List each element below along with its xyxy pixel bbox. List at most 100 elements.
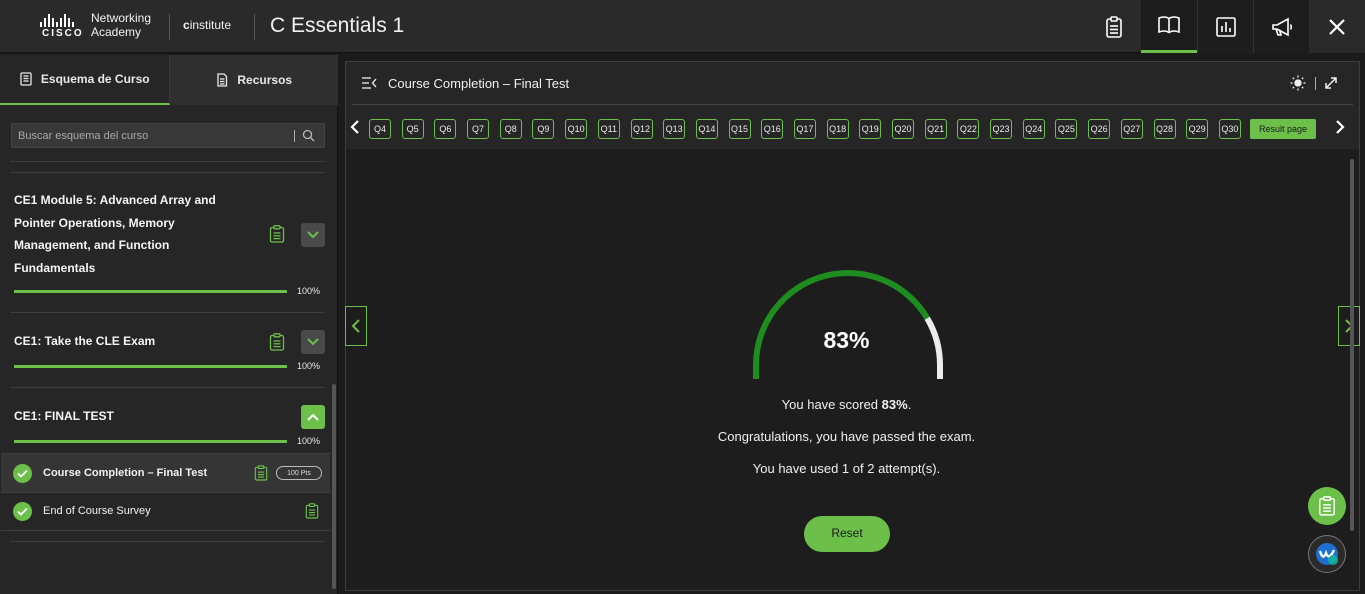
module-item[interactable]: CE1 Module 5: Advanced Array and Pointer…	[10, 189, 325, 309]
content-scrollbar[interactable]	[1350, 159, 1354, 531]
expand-module-button[interactable]	[301, 330, 325, 354]
cisco-institute-logo: cinstitute	[183, 18, 232, 32]
chevron-up-icon	[307, 413, 319, 421]
chevron-down-icon	[307, 338, 319, 346]
next-page-button[interactable]	[1338, 306, 1360, 346]
search-icon[interactable]	[302, 129, 315, 142]
divider	[1, 530, 331, 531]
webex-icon	[1316, 543, 1338, 565]
question-button-q12[interactable]: Q12	[630, 119, 653, 139]
question-button-q21[interactable]: Q21	[924, 119, 947, 139]
question-button-q20[interactable]: Q20	[892, 119, 914, 139]
question-button-q24[interactable]: Q24	[1022, 119, 1045, 139]
webex-chat-button[interactable]	[1308, 535, 1346, 573]
expand-module-button[interactable]	[301, 223, 325, 247]
module-progress-label: 100%	[297, 286, 321, 296]
assessments-button[interactable]	[1086, 0, 1141, 53]
megaphone-icon	[1271, 17, 1292, 36]
module-title: CE1 Module 5: Advanced Array and Pointer…	[14, 193, 216, 275]
module-item[interactable]: CE1: FINAL TEST 100%	[10, 405, 325, 450]
previous-page-button[interactable]	[345, 306, 367, 346]
question-button-q30[interactable]: Q30	[1218, 119, 1241, 139]
question-button-q13[interactable]: Q13	[663, 119, 686, 139]
completed-check-icon	[13, 501, 32, 521]
chevron-right-icon[interactable]	[1334, 119, 1346, 135]
divider	[10, 312, 325, 313]
question-list: Q4 Q5 Q6 Q7 Q8 Q9 Q10 Q11 Q12 Q13 Q14 Q15 Q16 Q17 Q18 Q…	[369, 119, 1241, 139]
chart-icon	[1215, 16, 1236, 37]
points-badge: 100 Pts	[276, 466, 322, 480]
course-title: C Essentials 1	[270, 14, 405, 37]
question-button-q25[interactable]: Q25	[1055, 119, 1078, 139]
question-button-q9[interactable]: Q9	[532, 119, 555, 139]
score-percentage: 83%	[823, 327, 870, 353]
networking-academy-label: Networking Academy	[91, 11, 152, 39]
grades-button[interactable]	[1197, 0, 1253, 53]
collapse-module-button[interactable]	[301, 405, 325, 429]
topbar-divider	[169, 14, 170, 40]
lesson-label: End of Course Survey	[43, 505, 151, 517]
topbar-divider	[254, 14, 255, 40]
course-content-button[interactable]	[1141, 0, 1197, 53]
question-button-q15[interactable]: Q15	[728, 119, 751, 139]
question-button-q18[interactable]: Q18	[826, 119, 849, 139]
divider	[10, 161, 325, 162]
tab-label: Recursos	[237, 73, 293, 87]
expand-icon[interactable]	[1324, 76, 1338, 90]
header-separator	[1315, 77, 1316, 90]
close-icon	[1329, 18, 1345, 35]
question-button-q7[interactable]: Q7	[467, 119, 490, 139]
cisco-wordmark: CISCO	[42, 28, 84, 39]
outline-search	[11, 123, 325, 148]
question-button-q6[interactable]: Q6	[434, 119, 457, 139]
question-button-q17[interactable]: Q17	[793, 119, 816, 139]
question-button-q11[interactable]: Q11	[597, 119, 620, 139]
clipboard-icon[interactable]	[305, 502, 319, 520]
divider	[10, 172, 325, 173]
result-page-button[interactable]: Result page	[1250, 119, 1316, 139]
content-header: Course Completion – Final Test	[346, 62, 1359, 104]
clipboard-icon[interactable]	[254, 464, 268, 482]
result-content: 83% You have scored 83%. Congratulations…	[346, 149, 1359, 590]
close-course-button[interactable]	[1309, 0, 1365, 53]
completed-check-icon	[13, 463, 32, 483]
tab-course-outline[interactable]: Esquema de Curso	[0, 55, 170, 105]
reset-button[interactable]: Reset	[804, 516, 890, 552]
tab-resources[interactable]: Recursos	[169, 55, 338, 105]
question-button-q5[interactable]: Q5	[401, 119, 424, 139]
sidebar-scrollbar[interactable]	[332, 384, 336, 589]
chevron-left-icon[interactable]	[349, 119, 361, 135]
cisco-networking-academy-logo[interactable]: CISCO Networking Academy	[40, 11, 155, 41]
clipboard-icon[interactable]	[269, 225, 285, 243]
question-button-q23[interactable]: Q23	[990, 119, 1013, 139]
question-button-q16[interactable]: Q16	[761, 119, 784, 139]
brightness-icon[interactable]	[1290, 75, 1306, 91]
question-button-q26[interactable]: Q26	[1088, 119, 1111, 139]
question-button-q4[interactable]: Q4	[369, 119, 391, 139]
question-button-q27[interactable]: Q27	[1120, 119, 1143, 139]
question-button-q8[interactable]: Q8	[499, 119, 522, 139]
assessment-fab-button[interactable]	[1308, 487, 1346, 525]
lesson-item-final-test[interactable]: Course Completion – Final Test 100 Pts	[1, 454, 330, 492]
announcements-button[interactable]	[1253, 0, 1309, 53]
question-button-q10[interactable]: Q10	[565, 119, 588, 139]
module-progress-label: 100%	[297, 361, 321, 371]
module-item[interactable]: CE1: Take the CLE Exam 100%	[10, 330, 325, 375]
question-button-q19[interactable]: Q19	[859, 119, 882, 139]
score-gauge	[753, 270, 943, 379]
clipboard-icon[interactable]	[269, 333, 285, 351]
outline-search-input[interactable]	[12, 124, 292, 147]
question-button-q14[interactable]: Q14	[695, 119, 718, 139]
topbar-actions	[1086, 0, 1365, 53]
collapse-menu-icon[interactable]	[361, 76, 377, 90]
scored-text: You have scored 83%.	[781, 397, 912, 412]
question-navigator: Q4 Q5 Q6 Q7 Q8 Q9 Q10 Q11 Q12 Q13 Q14 Q15 Q16 Q17 Q18 Q…	[346, 112, 1359, 144]
module-progress-label: 100%	[297, 436, 321, 446]
question-button-q28[interactable]: Q28	[1153, 119, 1176, 139]
module-progress-bar	[14, 440, 287, 443]
attempts-text: You have used 1 of 2 attempt(s).	[752, 461, 941, 476]
clipboard-icon	[1105, 15, 1122, 38]
question-button-q22[interactable]: Q22	[957, 119, 980, 139]
question-button-q29[interactable]: Q29	[1186, 119, 1209, 139]
lesson-item-survey[interactable]: End of Course Survey	[1, 492, 330, 530]
